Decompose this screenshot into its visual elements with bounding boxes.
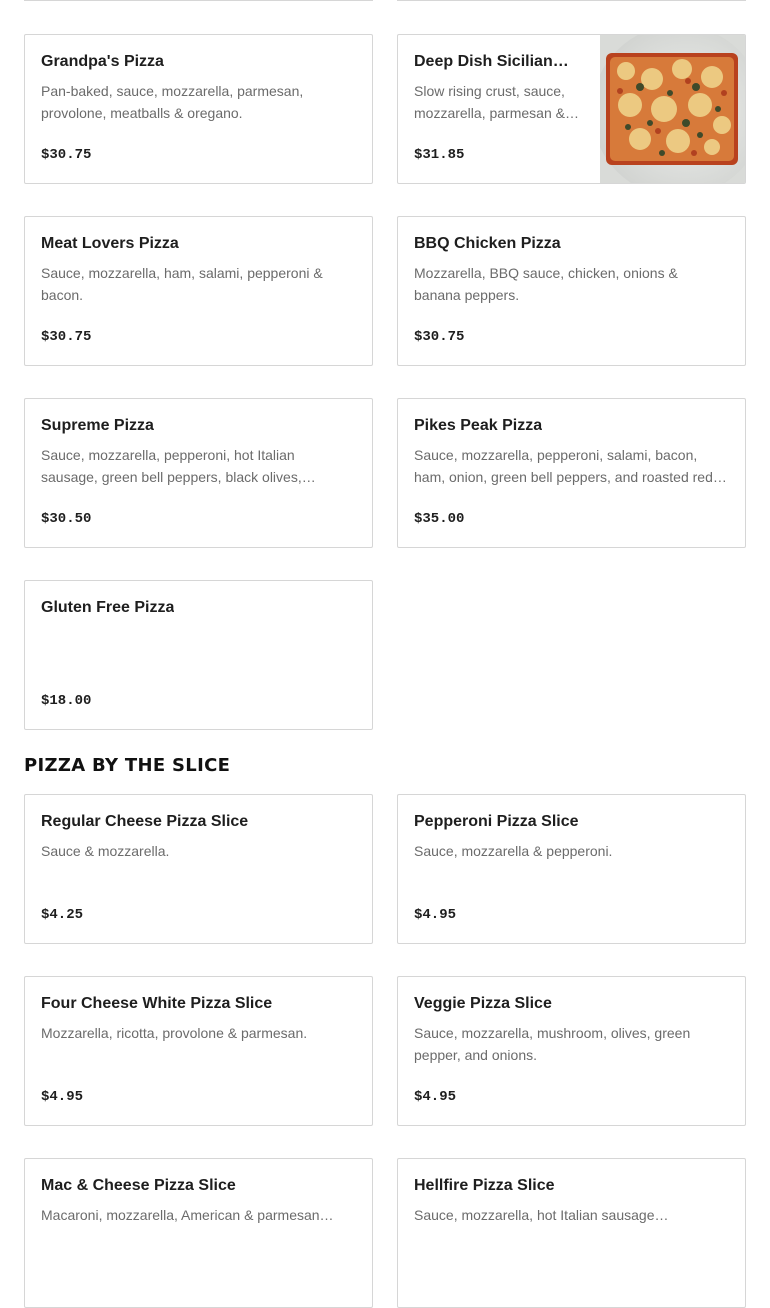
menu-item-card[interactable]: Deep Dish Sicilian… Slow rising crust, s…: [397, 34, 746, 184]
previous-card-bottom[interactable]: [397, 0, 746, 1]
item-description: Mozzarella, BBQ sauce, chicken, onions &…: [414, 265, 678, 303]
item-price: $18.00: [41, 693, 92, 709]
sicilian-pizza-photo: [600, 35, 745, 183]
item-price: $30.75: [41, 147, 92, 163]
item-name: Four Cheese White Pizza Slice: [41, 995, 273, 1012]
item-name: Mac & Cheese Pizza Slice: [41, 1177, 236, 1194]
item-name: Hellfire Pizza Slice: [414, 1177, 555, 1194]
item-description: Sauce & mozzarella.: [41, 843, 170, 859]
item-name: BBQ Chicken Pizza: [414, 235, 561, 252]
item-name: Meat Lovers Pizza: [41, 235, 179, 252]
item-price: $4.95: [414, 1089, 457, 1105]
item-description: Mozzarella, ricotta, provolone & parmesa…: [41, 1025, 308, 1041]
menu-item-card[interactable]: Pepperoni Pizza Slice Sauce, mozzarella …: [397, 794, 746, 944]
menu-item-card[interactable]: Regular Cheese Pizza Slice Sauce & mozza…: [24, 794, 373, 944]
menu-item-card[interactable]: Gluten Free Pizza $18.00: [24, 580, 373, 730]
section-title: PIZZA BY THE SLICE: [24, 755, 231, 776]
item-name: Gluten Free Pizza: [41, 599, 175, 616]
item-description: Sauce, mozzarella, pepperoni, hot Italia…: [41, 447, 316, 485]
item-description: Slow rising crust, sauce, mozzarella, pa…: [414, 83, 579, 121]
item-description: Sauce, mozzarella, pepperoni, salami, ba…: [414, 447, 727, 485]
item-description: Sauce, mozzarella & pepperoni.: [414, 843, 613, 859]
menu-item-card[interactable]: Mac & Cheese Pizza Slice Macaroni, mozza…: [24, 1158, 373, 1308]
item-price: $30.75: [41, 329, 92, 345]
item-name: Regular Cheese Pizza Slice: [41, 813, 249, 830]
menu-item-card[interactable]: Meat Lovers Pizza Sauce, mozzarella, ham…: [24, 216, 373, 366]
item-description: Sauce, mozzarella, ham, salami, pepperon…: [41, 265, 323, 303]
menu-item-card[interactable]: Pikes Peak Pizza Sauce, mozzarella, pepp…: [397, 398, 746, 548]
item-price: $31.85: [414, 147, 465, 163]
item-name: Grandpa's Pizza: [41, 53, 164, 70]
menu-item-card[interactable]: Supreme Pizza Sauce, mozzarella, peppero…: [24, 398, 373, 548]
item-description: Sauce, mozzarella, mushroom, olives, gre…: [414, 1025, 691, 1063]
item-description: Pan-baked, sauce, mozzarella, parmesan, …: [41, 83, 304, 121]
item-price: $30.50: [41, 511, 92, 527]
item-name: Pepperoni Pizza Slice: [414, 813, 579, 830]
item-description: Sauce, mozzarella, hot Italian sausage…: [414, 1207, 669, 1223]
menu-item-card[interactable]: Four Cheese White Pizza Slice Mozzarella…: [24, 976, 373, 1126]
item-price: $30.75: [414, 329, 465, 345]
item-name: Supreme Pizza: [41, 417, 154, 434]
menu-item-card[interactable]: Grandpa's Pizza Pan-baked, sauce, mozzar…: [24, 34, 373, 184]
item-price: $4.25: [41, 907, 84, 923]
menu-item-card[interactable]: BBQ Chicken Pizza Mozzarella, BBQ sauce,…: [397, 216, 746, 366]
item-name: Deep Dish Sicilian…: [414, 53, 569, 70]
previous-card-bottom[interactable]: [24, 0, 373, 1]
menu-item-card[interactable]: Hellfire Pizza Slice Sauce, mozzarella, …: [397, 1158, 746, 1308]
menu-item-card[interactable]: Veggie Pizza Slice Sauce, mozzarella, mu…: [397, 976, 746, 1126]
item-price: $4.95: [414, 907, 457, 923]
item-name: Veggie Pizza Slice: [414, 995, 552, 1012]
item-price: $4.95: [41, 1089, 84, 1105]
item-description: Macaroni, mozzarella, American & parmesa…: [41, 1207, 334, 1223]
item-price: $35.00: [414, 511, 465, 527]
item-name: Pikes Peak Pizza: [414, 417, 543, 434]
